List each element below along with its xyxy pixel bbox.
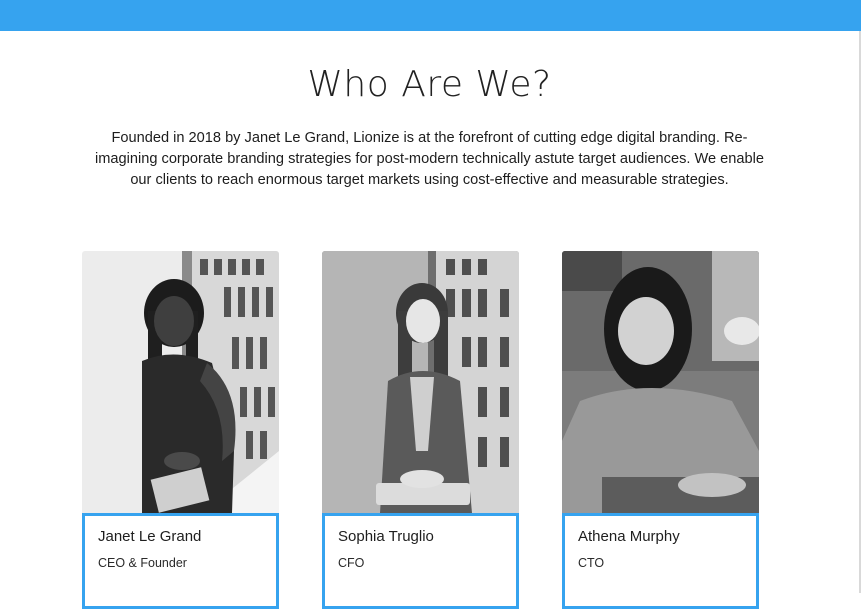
top-navbar bbox=[0, 0, 861, 31]
team-card-info: Janet Le Grand CEO & Founder bbox=[82, 513, 279, 609]
team-member-name: Sophia Truglio bbox=[338, 528, 434, 545]
team-card-info: Athena Murphy CTO bbox=[562, 513, 759, 609]
team-member-photo bbox=[82, 251, 279, 513]
team-member-photo bbox=[322, 251, 519, 513]
team-card: Sophia Truglio CFO bbox=[322, 251, 519, 609]
team-member-role: CEO & Founder bbox=[98, 556, 187, 570]
intro-paragraph: Founded in 2018 by Janet Le Grand, Lioni… bbox=[95, 130, 764, 188]
team-card: Athena Murphy CTO bbox=[562, 251, 759, 609]
section-title: Who Are We? bbox=[307, 64, 552, 105]
team-card: Janet Le Grand CEO & Founder bbox=[82, 251, 279, 609]
team-card-info: Sophia Truglio CFO bbox=[322, 513, 519, 609]
team-section: Janet Le Grand CEO & Founder Sophia Trug… bbox=[0, 251, 861, 609]
team-member-role: CFO bbox=[338, 556, 365, 570]
team-member-role: CTO bbox=[578, 556, 605, 570]
team-member-name: Athena Murphy bbox=[578, 528, 680, 545]
team-member-photo bbox=[562, 251, 759, 513]
team-member-name: Janet Le Grand bbox=[98, 528, 202, 545]
